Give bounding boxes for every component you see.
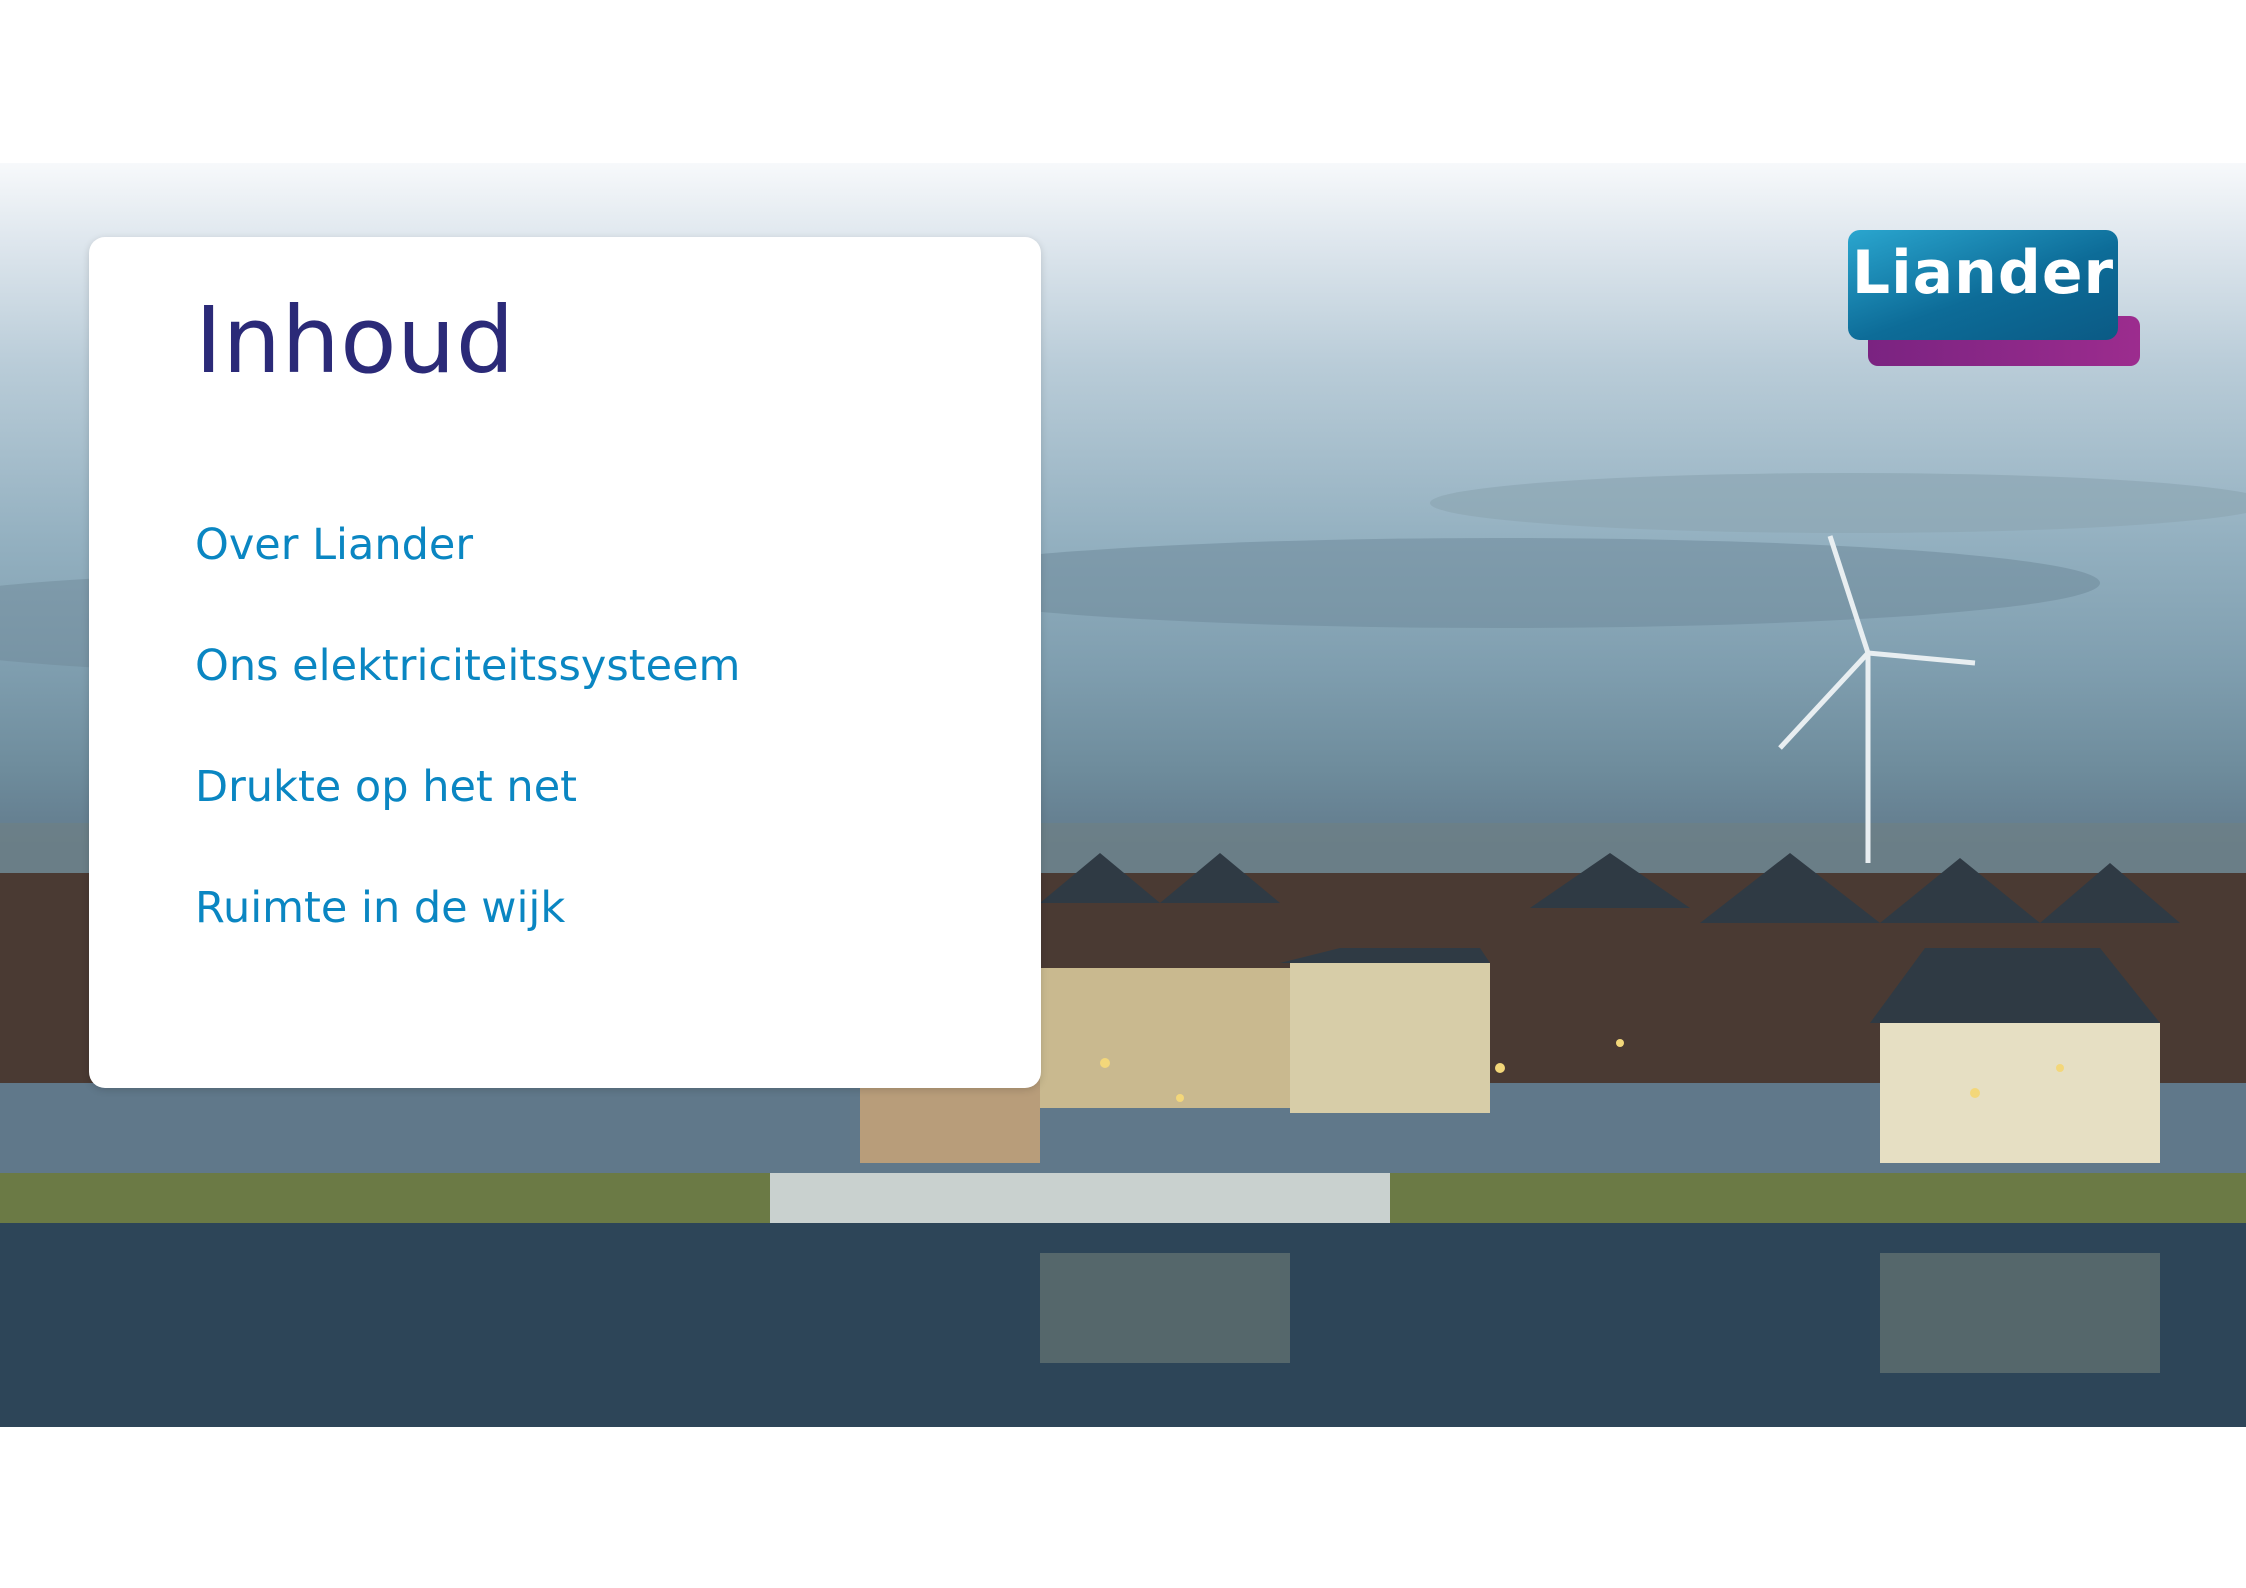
contents-list: Over Liander Ons elektriciteitssysteem D… bbox=[195, 519, 740, 1003]
logo-blue-plate: Liander bbox=[1848, 230, 2118, 340]
logo-wordmark: Liander bbox=[1851, 238, 2115, 308]
contents-card: Inhoud Over Liander Ons elektriciteitssy… bbox=[89, 237, 1041, 1088]
contents-item-drukte-op-het-net[interactable]: Drukte op het net bbox=[195, 761, 740, 882]
contents-item-elektriciteitssysteem[interactable]: Ons elektriciteitssysteem bbox=[195, 640, 740, 761]
page-title: Inhoud bbox=[195, 287, 515, 394]
contents-item-ruimte-in-de-wijk[interactable]: Ruimte in de wijk bbox=[195, 882, 740, 1003]
liander-logo: Liander bbox=[1848, 230, 2140, 366]
contents-item-over-liander[interactable]: Over Liander bbox=[195, 519, 740, 640]
